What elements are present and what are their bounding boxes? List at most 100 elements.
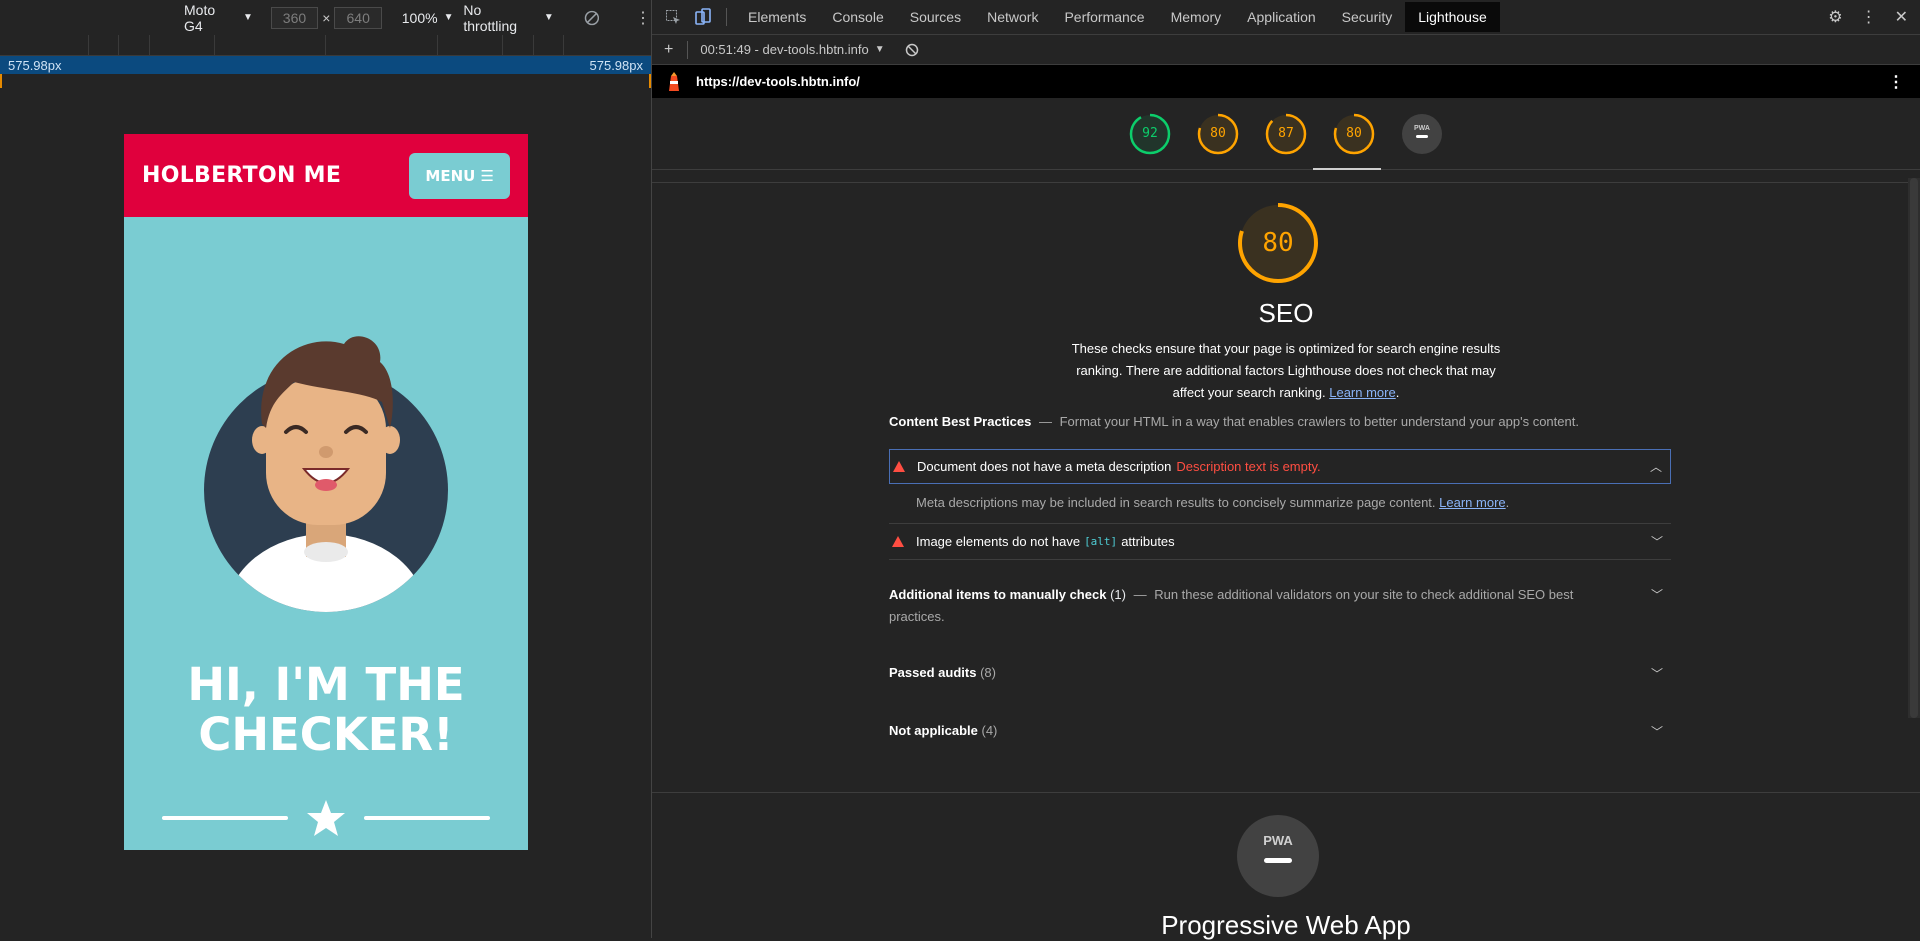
lighthouse-toolbar: + 00:51:49 - dev-tools.hbtn.info ▼ — [652, 35, 1920, 65]
hero-line: CHECKER! — [198, 708, 454, 761]
hero-title: HI, I'M THE CHECKER! — [124, 660, 528, 760]
audit-detail-text: Meta descriptions may be included in sea… — [916, 495, 1436, 510]
media-query-ruler — [0, 35, 651, 56]
tab-elements[interactable]: Elements — [735, 2, 819, 32]
devtools-pane: Elements Console Sources Network Perform… — [652, 0, 1920, 940]
scrollbar[interactable] — [1908, 178, 1920, 718]
not-applicable-group[interactable]: Not applicable (4) ﹀ — [889, 723, 1671, 740]
chevron-down-icon: ▼ — [243, 12, 253, 23]
score-gauge[interactable]: 80 — [1197, 113, 1239, 155]
chevron-down-icon[interactable]: ﹀ — [1651, 723, 1663, 740]
width-ruler: 575.98px 575.98px — [0, 56, 651, 74]
zoom-value: 100% — [401, 9, 438, 26]
tab-network[interactable]: Network — [974, 2, 1051, 32]
star-icon — [307, 800, 345, 836]
new-report-icon[interactable]: + — [664, 41, 673, 59]
pwa-badge: PWA — [1237, 815, 1319, 897]
tab-console[interactable]: Console — [819, 2, 896, 32]
group-count: (8) — [980, 665, 996, 680]
group-title: Additional items to manually check — [889, 587, 1107, 602]
period: . — [1505, 495, 1510, 510]
inspect-element-icon[interactable] — [658, 9, 688, 25]
device-select[interactable]: Moto G4 ▼ — [184, 2, 253, 34]
tab-memory[interactable]: Memory — [1158, 2, 1235, 32]
score-gauge[interactable]: 87 — [1265, 113, 1307, 155]
more-options-icon[interactable]: ⋮ — [1861, 7, 1877, 27]
category-description: These checks ensure that your page is op… — [1052, 338, 1520, 404]
device-name: Moto G4 — [184, 1, 216, 34]
divider — [652, 792, 1920, 793]
report-selector[interactable]: 00:51:49 - dev-tools.hbtn.info — [700, 42, 868, 57]
passed-audits-group[interactable]: Passed audits (8) ﹀ — [889, 665, 1671, 682]
devtools-tabbar: Elements Console Sources Network Perform… — [652, 0, 1920, 35]
audit-title-end: attributes — [1121, 534, 1175, 549]
chevron-down-icon[interactable]: ﹀ — [1651, 665, 1663, 682]
audit-error: Description text is empty. — [1176, 459, 1321, 474]
group-description-cont: practices. — [889, 609, 945, 624]
manual-checks-group[interactable]: Additional items to manually check (1) —… — [889, 584, 1671, 628]
report-url[interactable]: https://dev-tools.hbtn.info/ — [696, 74, 860, 89]
pwa-dash-icon — [1416, 134, 1428, 138]
audit-meta-description[interactable]: Document does not have a meta descriptio… — [889, 449, 1671, 484]
tab-security[interactable]: Security — [1329, 2, 1406, 32]
zoom-select[interactable]: 100% ▼ — [402, 10, 454, 26]
description-line: affect your search ranking. — [1172, 385, 1326, 400]
scrollbar-thumb[interactable] — [1910, 178, 1918, 718]
pwa-gauge-label: PWA — [1414, 125, 1430, 132]
pwa-dash-icon — [1264, 858, 1292, 863]
rotate-icon[interactable] — [584, 10, 600, 26]
seo-score-value: 80 — [1262, 228, 1294, 258]
audit-title: Image elements do not have — [916, 534, 1081, 549]
pwa-title: Progressive Web App — [1161, 910, 1411, 940]
brand-logo[interactable]: HOLBERTON ME — [142, 163, 341, 188]
clear-icon[interactable] — [905, 43, 919, 57]
dash: — — [1133, 587, 1147, 602]
group-title: Not applicable — [889, 723, 978, 738]
divider — [889, 559, 1671, 560]
chevron-up-icon[interactable]: ︿ — [1650, 458, 1662, 475]
learn-more-link[interactable]: Learn more — [1329, 385, 1395, 400]
chevron-down-icon[interactable]: ﹀ — [1651, 584, 1663, 606]
more-options-icon[interactable]: ⋮ — [1888, 72, 1904, 92]
tab-sources[interactable]: Sources — [897, 2, 974, 32]
device-toggle-icon[interactable] — [688, 8, 718, 26]
group-header: Content Best Practices — Format your HTM… — [889, 414, 1671, 429]
chevron-down-icon[interactable]: ▼ — [875, 44, 885, 55]
close-icon[interactable]: ✕ — [1895, 7, 1908, 27]
menu-button[interactable]: MENU ☰ — [409, 152, 510, 199]
chevron-down-icon[interactable]: ﹀ — [1651, 533, 1663, 550]
pwa-gauge[interactable]: PWA — [1401, 113, 1443, 155]
audit-detail: Meta descriptions may be included in sea… — [916, 495, 1698, 510]
group-description: Format your HTML in a way that enables c… — [1059, 414, 1579, 429]
tab-application[interactable]: Application — [1234, 2, 1329, 32]
tab-lighthouse[interactable]: Lighthouse — [1405, 2, 1500, 32]
fail-triangle-icon — [893, 461, 905, 472]
score-gauge[interactable]: 92 — [1129, 113, 1171, 155]
group-count: (1) — [1110, 587, 1126, 602]
settings-gear-icon[interactable]: ⚙ — [1828, 7, 1842, 27]
category-title: SEO — [1258, 298, 1314, 328]
throttling-select[interactable]: No throttling ▼ — [463, 2, 553, 34]
score-gauge[interactable]: 80 — [1333, 113, 1375, 155]
fail-triangle-icon — [892, 536, 904, 547]
score-gauges: 92 80 87 80 PWA — [652, 98, 1920, 170]
toolbar-divider — [726, 8, 727, 26]
audit-code: [alt] — [1084, 535, 1118, 548]
divider — [652, 182, 1920, 183]
audit-title: Document does not have a meta descriptio… — [917, 459, 1172, 474]
width-input[interactable]: 360 — [270, 6, 319, 29]
score-value: 80 — [1210, 126, 1226, 141]
description-line: ranking. There are additional factors Li… — [1076, 363, 1496, 378]
learn-more-link[interactable]: Learn more — [1439, 495, 1505, 510]
seo-score-gauge: 80 — [1237, 202, 1319, 284]
chevron-down-icon: ▼ — [543, 12, 554, 23]
more-options-icon[interactable]: ⋮ — [635, 8, 651, 28]
active-gauge-underline — [1313, 168, 1381, 170]
report-url-bar: https://dev-tools.hbtn.info/ ⋮ — [652, 65, 1920, 98]
tab-performance[interactable]: Performance — [1051, 2, 1157, 32]
dimension-separator: × — [322, 9, 331, 26]
group-description: Run these additional validators on your … — [1154, 587, 1574, 602]
height-input[interactable]: 640 — [334, 6, 382, 29]
group-title: Content Best Practices — [889, 414, 1032, 429]
audit-image-alt[interactable]: Image elements do not have [alt] attribu… — [889, 524, 1671, 559]
